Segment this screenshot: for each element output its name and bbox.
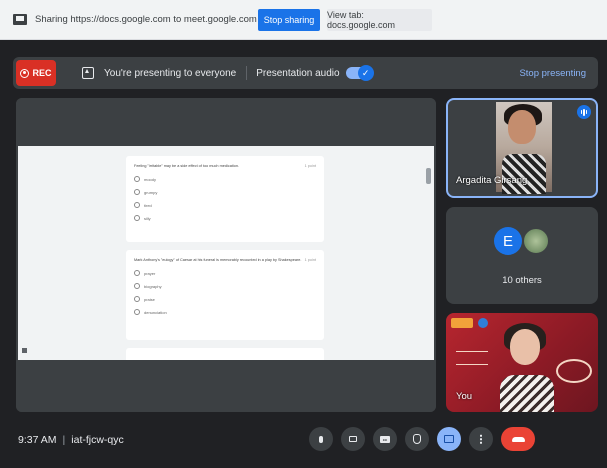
others-count-label: 10 others	[502, 275, 542, 286]
option-label: moody	[144, 176, 157, 182]
answer-option[interactable]: moody	[134, 176, 316, 182]
radio-button[interactable]	[134, 283, 140, 289]
radio-button[interactable]	[134, 215, 140, 221]
record-icon	[20, 68, 30, 78]
radio-button[interactable]	[134, 270, 140, 276]
present-screen-icon	[82, 67, 94, 79]
question-text: 1 point Mark Anthony's "eulogy" of Caesa…	[134, 258, 316, 262]
question-card: 1 point Feeling "irritable" may be a sid…	[126, 156, 324, 242]
presentation-audio-toggle[interactable]: ✓	[345, 65, 374, 81]
rec-label: REC	[32, 68, 52, 78]
stop-sharing-button[interactable]: Stop sharing	[258, 8, 320, 31]
document-header-area	[16, 98, 436, 146]
presenting-bar: REC You're presenting to everyone Presen…	[13, 57, 598, 89]
virtual-background-text-panel	[456, 351, 488, 365]
answer-option[interactable]: prayer	[134, 270, 316, 276]
radio-button[interactable]	[134, 296, 140, 302]
clock-time: 9:37 AM	[18, 434, 57, 446]
answer-option[interactable]: praise	[134, 296, 316, 302]
answer-option[interactable]: silly	[134, 215, 316, 221]
view-tab-button[interactable]: View tab: docs.google.com	[327, 8, 432, 31]
question-card	[126, 348, 324, 360]
meeting-code: iat-fjcw-qyc	[71, 434, 124, 446]
answer-option[interactable]: tired	[134, 202, 316, 208]
camera-button[interactable]	[341, 427, 365, 451]
captions-icon: cc	[380, 435, 390, 443]
hand-icon	[413, 434, 421, 444]
participant-tile-speaker[interactable]: Argadita Girsang	[446, 98, 598, 198]
question-text: 1 point Feeling "irritable" may be a sid…	[134, 164, 316, 168]
radio-button[interactable]	[134, 309, 140, 315]
participant-tile-self[interactable]: You	[446, 313, 598, 412]
answer-option[interactable]: biography	[134, 283, 316, 289]
scrollbar-thumb[interactable]	[426, 168, 431, 184]
self-face	[510, 329, 540, 365]
virtual-background-emblem	[478, 318, 488, 328]
microphone-button[interactable]	[309, 427, 333, 451]
camera-icon	[349, 436, 357, 442]
answer-option[interactable]: denunciation	[134, 309, 316, 315]
shared-screen: 1 point Feeling "irritable" may be a sid…	[16, 98, 436, 412]
raise-hand-button[interactable]	[405, 427, 429, 451]
option-label: praise	[144, 296, 155, 302]
google-form-document: 1 point Feeling "irritable" may be a sid…	[18, 146, 434, 360]
option-label: prayer	[144, 270, 156, 276]
presenting-status-text: You're presenting to everyone	[104, 67, 237, 79]
question-card: 1 point Mark Anthony's "eulogy" of Caesa…	[126, 250, 324, 340]
audio-bar	[580, 110, 583, 114]
question-points: 1 point	[304, 164, 316, 168]
captions-button[interactable]: cc	[373, 427, 397, 451]
option-label: silly	[144, 215, 151, 221]
microphone-icon	[319, 435, 323, 443]
answer-option[interactable]: grumpy	[134, 189, 316, 195]
separator: |	[62, 434, 66, 446]
stop-presenting-button[interactable]: Stop presenting	[519, 68, 586, 79]
avatar-photo	[522, 227, 550, 255]
participant-shirt	[502, 154, 546, 194]
avatar: E	[494, 227, 522, 255]
virtual-background-g20-logo	[556, 359, 592, 383]
sharing-status-text: Sharing https://docs.google.com to meet.…	[35, 14, 257, 25]
option-label: denunciation	[144, 309, 167, 315]
option-label: grumpy	[144, 189, 158, 195]
divider	[246, 66, 248, 80]
hang-up-icon	[511, 436, 525, 442]
leave-call-button[interactable]	[501, 427, 535, 451]
present-icon	[444, 435, 454, 443]
option-label: tired	[144, 202, 152, 208]
participant-face	[508, 110, 536, 144]
participant-name: Argadita Girsang	[456, 175, 528, 186]
presentation-audio-label: Presentation audio	[256, 67, 340, 79]
screen-share-icon	[13, 14, 27, 25]
radio-button[interactable]	[134, 202, 140, 208]
self-video	[500, 323, 554, 412]
radio-button[interactable]	[134, 189, 140, 195]
option-label: biography	[144, 283, 162, 289]
radio-button[interactable]	[134, 176, 140, 182]
speaking-indicator-icon	[577, 105, 591, 119]
participant-tile-others[interactable]: E 10 others	[446, 207, 598, 304]
call-controls: cc	[309, 427, 535, 451]
present-now-button[interactable]	[437, 427, 461, 451]
sharing-bar: Sharing https://docs.google.com to meet.…	[0, 0, 607, 40]
page-marker-icon	[22, 348, 27, 353]
self-shirt	[500, 375, 554, 412]
more-options-button[interactable]	[469, 427, 493, 451]
meeting-details: 9:37 AM | iat-fjcw-qyc	[18, 434, 124, 446]
audio-bar	[585, 110, 588, 114]
self-label: You	[456, 391, 473, 402]
recording-button[interactable]: REC	[16, 60, 56, 86]
checkmark-icon: ✓	[357, 65, 374, 81]
audio-bar	[583, 108, 585, 116]
virtual-background-logo	[451, 318, 473, 328]
document-footer-area	[16, 360, 436, 412]
question-points: 1 point	[304, 258, 316, 262]
more-vert-icon	[480, 434, 482, 444]
